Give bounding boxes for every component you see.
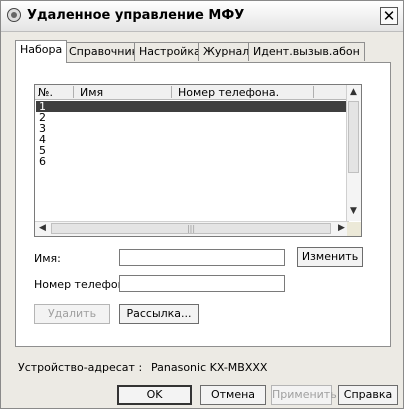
list-item[interactable]: 4 bbox=[36, 134, 347, 145]
device-label: Устройство-адресат : bbox=[18, 361, 143, 374]
device-value: Panasonic KX-MBXXX bbox=[151, 361, 268, 374]
list-item[interactable]: 3 bbox=[36, 123, 347, 134]
name-label: Имя: bbox=[34, 252, 61, 265]
scroll-thumb[interactable] bbox=[348, 101, 359, 173]
horizontal-scrollbar[interactable]: ◀ ||| ▶ bbox=[35, 221, 349, 236]
cancel-button[interactable]: Отмена bbox=[200, 385, 266, 405]
list-header: №. Имя Номер телефона. bbox=[35, 85, 349, 100]
help-button[interactable]: Справка bbox=[338, 385, 398, 405]
name-field[interactable] bbox=[119, 249, 285, 266]
column-name[interactable]: Имя bbox=[77, 86, 103, 99]
close-button[interactable]: ✕ bbox=[380, 7, 398, 25]
list-item[interactable]: 5 bbox=[36, 145, 347, 156]
broadcast-button[interactable]: Рассылка... bbox=[119, 304, 199, 324]
list-item[interactable]: 6 bbox=[36, 156, 347, 167]
tab-nabora[interactable]: Набора bbox=[15, 40, 68, 63]
tab-zhurnal[interactable]: Журнал bbox=[198, 42, 255, 61]
column-number[interactable]: №. bbox=[35, 86, 53, 99]
vertical-scrollbar[interactable]: ▲ ▼ bbox=[346, 85, 361, 221]
apply-button[interactable]: Применить bbox=[271, 385, 337, 405]
phone-field[interactable] bbox=[119, 275, 285, 292]
list-item[interactable]: 2 bbox=[36, 112, 347, 123]
title-bar[interactable]: Удаленное управление МФУ ✕ bbox=[1, 1, 403, 32]
phonebook-list[interactable]: №. Имя Номер телефона. 1 2 3 4 5 6 ▲ ▼ ◀… bbox=[34, 84, 362, 237]
scroll-thumb[interactable]: ||| bbox=[51, 223, 331, 234]
tab-spravochnik[interactable]: Справочник bbox=[64, 42, 144, 61]
dialog-window: Удаленное управление МФУ ✕ Набора Справо… bbox=[0, 0, 404, 409]
window-title: Удаленное управление МФУ bbox=[27, 8, 245, 23]
tab-ident[interactable]: Идент.вызыв.абон bbox=[248, 42, 365, 61]
list-item[interactable]: 1 bbox=[36, 101, 347, 112]
column-phone[interactable]: Номер телефона. bbox=[175, 86, 279, 99]
edit-button[interactable]: Изменить bbox=[297, 247, 363, 267]
chevron-up-icon[interactable]: ▲ bbox=[347, 86, 360, 99]
tab-nastroyka[interactable]: Настройка bbox=[134, 42, 206, 61]
chevron-down-icon[interactable]: ▼ bbox=[347, 205, 360, 218]
chevron-left-icon[interactable]: ◀ bbox=[36, 222, 49, 235]
ok-button[interactable]: OK bbox=[117, 385, 192, 405]
delete-button[interactable]: Удалить bbox=[34, 304, 110, 324]
disc-icon bbox=[7, 8, 21, 22]
